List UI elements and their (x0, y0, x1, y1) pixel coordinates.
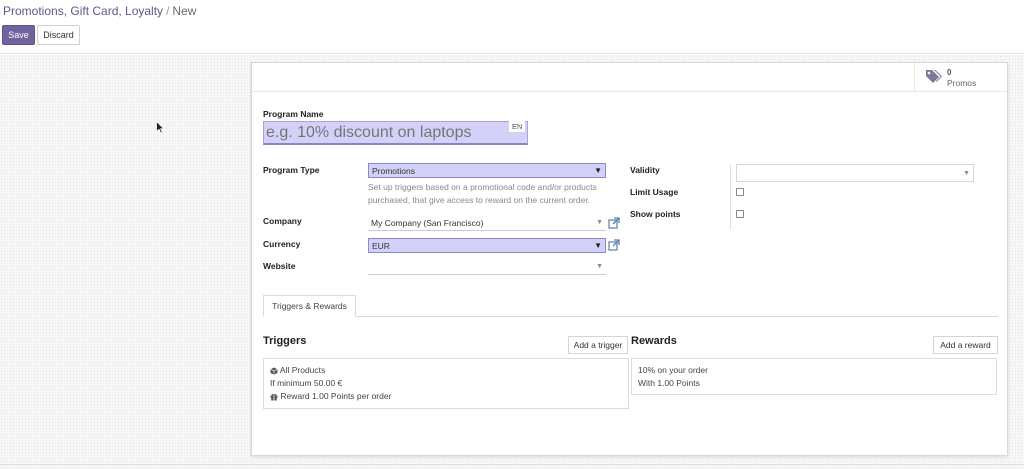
column-separator (730, 164, 731, 230)
triggers-title: Triggers (263, 335, 307, 347)
website-label: Website (263, 261, 296, 271)
program-type-label: Program Type (263, 165, 320, 175)
trigger-reward: Reward 1.00 Points per order (280, 391, 392, 401)
promos-stat-button[interactable]: 0 Promos (914, 63, 1007, 91)
program-type-help: Set up triggers based on a promotional c… (368, 182, 597, 205)
company-label: Company (263, 216, 302, 226)
program-name-input[interactable] (263, 121, 528, 145)
chevron-down-icon: ▼ (594, 241, 602, 250)
chevron-down-icon: ▼ (596, 263, 603, 270)
control-panel: Promotions, Gift Card, Loyalty / New Save … (0, 0, 1024, 54)
tab-triggers-rewards[interactable]: Triggers & Rewards (263, 295, 356, 317)
currency-value: EUR (372, 241, 390, 251)
chevron-down-icon: ▼ (594, 166, 602, 175)
reward-line-1: 10% on your order (638, 365, 708, 375)
currency-select[interactable]: EUR ▼ (368, 238, 606, 253)
gift-icon (270, 393, 278, 401)
currency-label: Currency (263, 239, 301, 249)
breadcrumb-current: New (172, 4, 197, 18)
program-type-value: Promotions (372, 166, 415, 176)
language-tag[interactable]: EN (509, 121, 526, 132)
cube-icon (270, 367, 278, 375)
add-trigger-button[interactable]: Add a trigger (568, 336, 628, 354)
save-button[interactable]: Save (2, 25, 35, 45)
bottom-divider (0, 464, 1024, 465)
external-link-icon[interactable] (608, 217, 620, 229)
add-reward-button[interactable]: Add a reward (933, 336, 998, 354)
website-select[interactable]: ▼ (368, 260, 606, 275)
trigger-card[interactable]: All Products If minimum 50.00 € Reward 1… (263, 358, 629, 409)
mouse-cursor-icon (156, 121, 165, 134)
reward-card[interactable]: 10% on your order With 1.00 Points (631, 358, 997, 395)
tags-icon (926, 70, 942, 83)
trigger-product: All Products (279, 365, 326, 375)
company-value: My Company (San Francisco) (371, 218, 484, 228)
company-select[interactable]: My Company (San Francisco) ▼ (368, 216, 606, 231)
breadcrumb-separator: / (166, 4, 170, 18)
trigger-minimum: If minimum 50.00 € (270, 378, 343, 388)
trigger-reward-line: Reward 1.00 Points per order (270, 391, 391, 401)
validity-label: Validity (630, 165, 660, 175)
reward-line-2: With 1.00 Points (638, 378, 700, 388)
trigger-product-line: All Products (270, 365, 325, 375)
external-link-icon[interactable] (608, 239, 620, 251)
validity-input[interactable]: ▼ (736, 164, 974, 182)
breadcrumb-parent-link[interactable]: Promotions, Gift Card, Loyalty (3, 4, 163, 18)
promos-label: Promos (947, 78, 977, 88)
form-sheet: 0 Promos Program Name EN Program Type Pr… (251, 62, 1008, 456)
show-points-label: Show points (630, 209, 681, 219)
breadcrumb: Promotions, Gift Card, Loyalty / New (3, 4, 196, 18)
rewards-title: Rewards (631, 335, 677, 347)
program-type-select[interactable]: Promotions ▼ (368, 163, 606, 178)
limit-usage-label: Limit Usage (630, 187, 679, 197)
program-name-label: Program Name (263, 109, 324, 119)
button-box: 0 Promos (252, 63, 1007, 92)
promos-count: 0 (947, 68, 952, 77)
chevron-down-icon: ▼ (963, 170, 970, 177)
limit-usage-checkbox[interactable] (736, 188, 744, 196)
show-points-checkbox[interactable] (736, 210, 744, 218)
tab-bar (263, 316, 998, 317)
chevron-down-icon: ▼ (596, 219, 603, 226)
discard-button[interactable]: Discard (37, 25, 80, 45)
